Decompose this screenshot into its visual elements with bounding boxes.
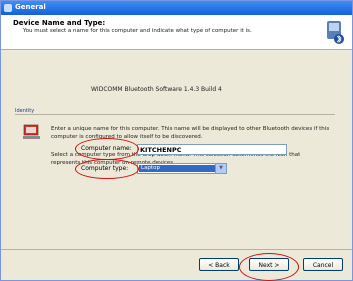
- software-version: WIDCOMM Bluetooth Software 1.4.3 Build 4: [91, 86, 222, 93]
- chevron-down-icon[interactable]: ▼: [215, 164, 226, 173]
- computer-name-input[interactable]: [137, 144, 287, 155]
- annotation-circle-next: [239, 253, 299, 281]
- window-title: General: [15, 3, 46, 11]
- title-bar[interactable]: General: [1, 1, 352, 15]
- wizard-window: General Device Name and Type: You must s…: [0, 0, 353, 281]
- button-area-divider: [1, 249, 352, 250]
- wizard-header: Device Name and Type: You must select a …: [1, 15, 352, 50]
- header-title: Device Name and Type:: [13, 19, 106, 27]
- cancel-button[interactable]: Cancel: [303, 258, 343, 271]
- computer-type-select[interactable]: Laptop ▼: [137, 163, 227, 174]
- annotation-circle-type: [75, 159, 139, 179]
- bluetooth-wizard-icon: [327, 21, 344, 44]
- bluetooth-app-icon: [4, 4, 12, 12]
- annotation-circle-name: [75, 138, 139, 160]
- identity-group-divider: [15, 114, 335, 115]
- back-button[interactable]: < Back: [199, 258, 239, 271]
- computer-icon: [23, 124, 40, 139]
- identity-group-label: Identity: [15, 108, 37, 114]
- computer-type-value: Laptop: [139, 165, 215, 172]
- header-subtitle: You must select a name for this computer…: [23, 28, 252, 34]
